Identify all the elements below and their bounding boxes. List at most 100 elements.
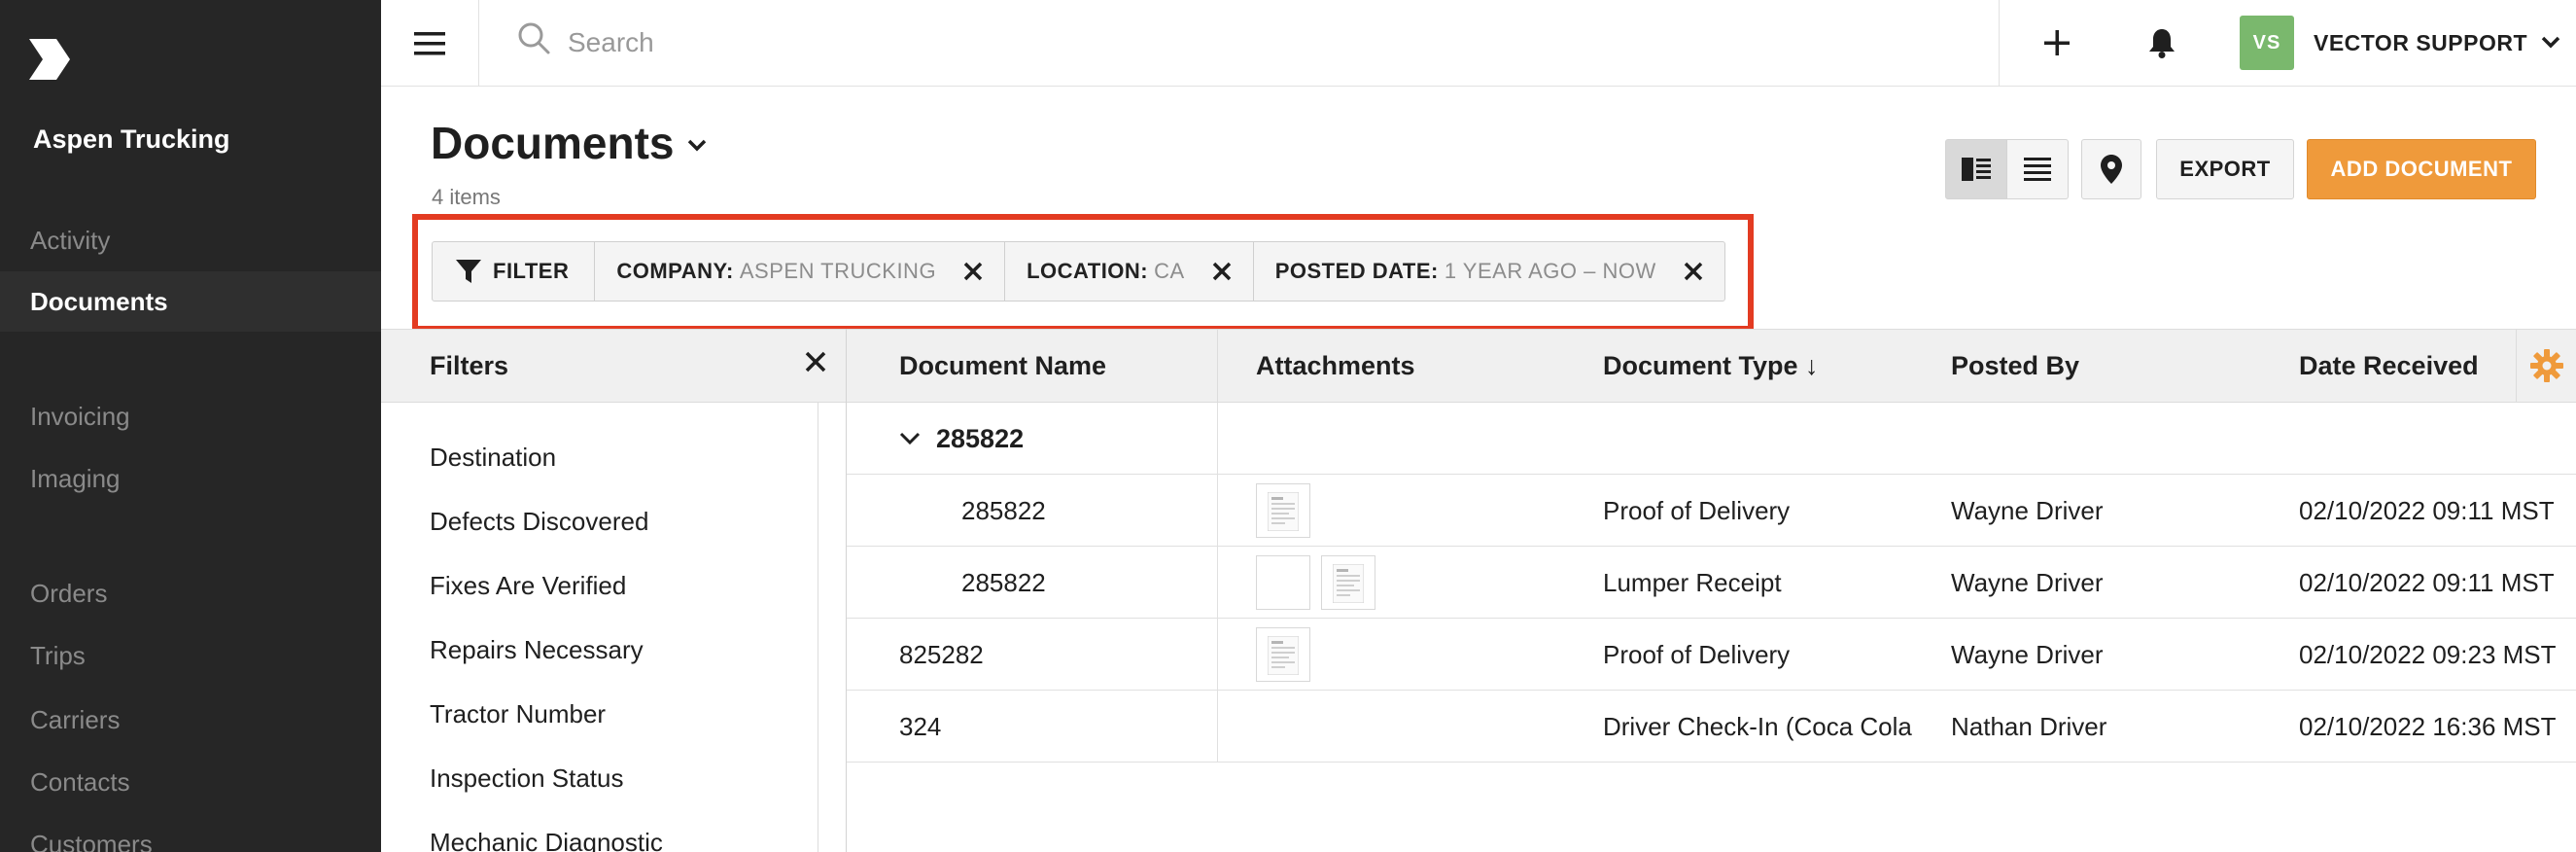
column-divider: [1217, 547, 1218, 619]
column-divider: [1217, 403, 1218, 475]
split-view-icon: [1962, 158, 1991, 181]
user-menu[interactable]: VECTOR SUPPORT: [2314, 21, 2560, 64]
company-name: Aspen Trucking: [33, 124, 230, 154]
sidebar-item-carriers[interactable]: Carriers: [0, 690, 381, 750]
sidebar-item-contacts[interactable]: Contacts: [0, 752, 381, 812]
hamburger-icon: [414, 31, 445, 54]
add-document-button[interactable]: ADD DOCUMENT: [2307, 139, 2536, 199]
attachment-thumbnail[interactable]: [1256, 483, 1310, 538]
close-icon[interactable]: [1212, 262, 1232, 281]
list-view-button[interactable]: [2006, 139, 2069, 199]
attachment-thumbnail[interactable]: [1256, 627, 1310, 682]
filter-option[interactable]: Destination: [430, 443, 556, 473]
chevron-down-icon[interactable]: [899, 432, 921, 445]
page-title-text: Documents: [431, 118, 675, 168]
chip-key: COMPANY:: [616, 259, 734, 283]
filter-option[interactable]: Fixes Are Verified: [430, 571, 626, 601]
cell-date-received: 02/10/2022 09:23 MST: [2299, 640, 2557, 669]
sidebar-item-orders[interactable]: Orders: [0, 563, 381, 623]
page-title[interactable]: Documents: [431, 117, 707, 169]
filter-chip-company[interactable]: COMPANY: ASPEN TRUCKING: [595, 242, 1006, 301]
chevron-down-icon: [688, 139, 707, 152]
cell-document-name: 285822: [961, 496, 1046, 525]
sidebar-item-documents[interactable]: Documents: [0, 271, 381, 332]
chip-key: POSTED DATE:: [1274, 259, 1439, 283]
chip-key: LOCATION:: [1027, 259, 1149, 283]
filter-chip-posted-date[interactable]: POSTED DATE: 1 YEAR AGO – NOW: [1254, 242, 1724, 301]
group-label: 285822: [936, 424, 1025, 453]
create-button[interactable]: [2034, 19, 2080, 66]
cell-posted-by: Nathan Driver: [1951, 712, 2107, 741]
table-row[interactable]: 285822 Proof of Delivery Wayne Driver 02…: [847, 475, 2576, 547]
attachment-thumbnail[interactable]: [1256, 555, 1310, 610]
search-input[interactable]: [568, 21, 1443, 64]
filter-button-label: FILTER: [493, 259, 570, 283]
table-row[interactable]: 324 Driver Check-In (Coca Cola Nathan Dr…: [847, 691, 2576, 763]
divider: [1999, 0, 2000, 87]
map-pin-icon: [2101, 155, 2122, 184]
column-settings-button[interactable]: [2516, 329, 2576, 403]
column-divider: [1217, 330, 1218, 402]
sidebar-item-imaging[interactable]: Imaging: [0, 448, 381, 509]
column-header-document-name[interactable]: Document Name: [899, 330, 1106, 402]
filter-bar: FILTER COMPANY: ASPEN TRUCKING LOCATION:…: [432, 241, 1725, 302]
filter-button[interactable]: FILTER: [433, 242, 596, 301]
close-icon[interactable]: [1684, 262, 1703, 281]
menu-button[interactable]: [381, 0, 479, 87]
cell-document-name: 324: [899, 712, 942, 741]
cell-posted-by: Wayne Driver: [1951, 568, 2104, 597]
column-header-attachments[interactable]: Attachments: [1256, 330, 1415, 402]
column-header-posted-by[interactable]: Posted By: [1951, 330, 2079, 402]
cell-document-type: Proof of Delivery: [1603, 496, 1791, 525]
table-row[interactable]: 285822 Lumper Receipt Wayne Driver 02/10…: [847, 547, 2576, 619]
document-thumbnail-icon: [1268, 492, 1299, 531]
filter-option[interactable]: Defects Discovered: [430, 507, 648, 537]
filter-chip-location[interactable]: LOCATION: CA: [1005, 242, 1254, 301]
user-name: VECTOR SUPPORT: [2314, 29, 2527, 55]
sidebar-item-trips[interactable]: Trips: [0, 625, 381, 686]
split-view-button[interactable]: [1945, 139, 2007, 199]
filter-option[interactable]: Tractor Number: [430, 699, 606, 729]
filter-option[interactable]: Mechanic Diagnostic: [430, 828, 663, 852]
chevron-down-icon: [2541, 36, 2560, 49]
export-button[interactable]: EXPORT: [2156, 139, 2294, 199]
sidebar-item-activity[interactable]: Activity: [0, 210, 381, 270]
table-header: Document Name Attachments Document Type …: [847, 329, 2576, 403]
column-header-document-type[interactable]: Document Type ↓: [1603, 330, 1819, 402]
sidebar-item-invoicing[interactable]: Invoicing: [0, 386, 381, 446]
top-bar: VS VECTOR SUPPORT: [381, 0, 2576, 87]
attachment-thumbnail[interactable]: [1321, 555, 1375, 610]
table-row[interactable]: 825282 Proof of Delivery Wayne Driver 02…: [847, 619, 2576, 691]
cell-posted-by: Wayne Driver: [1951, 640, 2104, 669]
close-filters-button[interactable]: [805, 351, 826, 377]
sidebar: Aspen Trucking Activity Documents Invoic…: [0, 0, 381, 852]
item-count: 4 items: [432, 185, 501, 209]
notifications-button[interactable]: [2139, 19, 2185, 66]
cell-document-type: Proof of Delivery: [1603, 640, 1791, 669]
filters-panel-title: Filters: [430, 351, 509, 380]
column-divider: [1217, 475, 1218, 547]
chip-value: 1 YEAR AGO – NOW: [1444, 259, 1656, 283]
chip-value: ASPEN TRUCKING: [739, 259, 937, 283]
document-thumbnail-icon: [1268, 636, 1299, 675]
map-view-button[interactable]: [2081, 139, 2141, 199]
close-icon[interactable]: [963, 262, 983, 281]
close-icon: [805, 351, 826, 373]
filters-panel-header: Filters: [381, 329, 846, 403]
plus-icon: [2044, 30, 2070, 55]
cell-document-type: Driver Check-In (Coca Cola: [1603, 712, 1912, 741]
column-divider: [1217, 691, 1218, 763]
column-header-date-received[interactable]: Date Received: [2299, 330, 2479, 402]
avatar[interactable]: VS: [2240, 16, 2294, 70]
search-icon: [518, 22, 550, 54]
cell-document-name: 285822: [961, 568, 1046, 597]
list-view-icon: [2024, 158, 2051, 181]
column-divider: [1217, 619, 1218, 691]
document-thumbnail-icon: [1333, 564, 1364, 603]
cell-date-received: 02/10/2022 09:11 MST: [2299, 568, 2555, 597]
filter-option[interactable]: Inspection Status: [430, 763, 623, 794]
vector-logo-icon[interactable]: [27, 37, 72, 82]
table-group-row[interactable]: 285822: [847, 403, 2576, 475]
filter-option[interactable]: Repairs Necessary: [430, 635, 644, 665]
sidebar-item-customers[interactable]: Customers: [0, 814, 381, 852]
